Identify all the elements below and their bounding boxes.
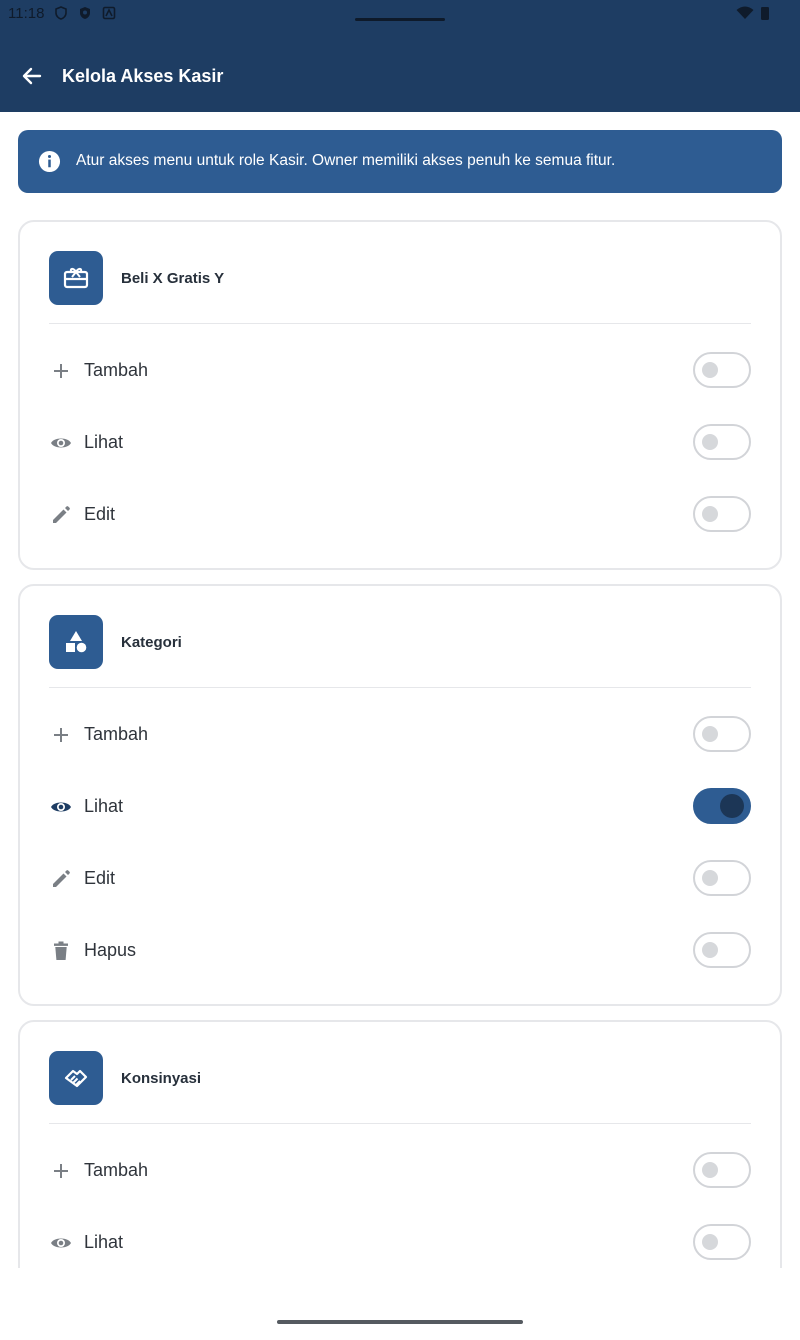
permission-toggle[interactable] bbox=[693, 496, 751, 532]
permission-row-edit: Edit bbox=[20, 478, 780, 550]
toggle-knob bbox=[702, 726, 718, 742]
battery-icon bbox=[761, 7, 769, 20]
card-icon-box bbox=[49, 1051, 103, 1105]
status-time: 11:18 bbox=[8, 5, 45, 22]
back-arrow-icon[interactable] bbox=[20, 64, 44, 88]
permission-toggle[interactable] bbox=[693, 860, 751, 896]
divider bbox=[49, 1123, 751, 1124]
permission-card-konsinyasi: Konsinyasi Tambah Lihat bbox=[18, 1020, 782, 1268]
handshake-icon bbox=[64, 1069, 88, 1088]
eye-icon bbox=[51, 1238, 71, 1248]
toggle-knob bbox=[702, 870, 718, 886]
toggle-knob bbox=[702, 1234, 718, 1250]
info-banner: Atur akses menu untuk role Kasir. Owner … bbox=[18, 130, 782, 193]
card-title: Beli X Gratis Y bbox=[121, 270, 225, 287]
permission-toggle[interactable] bbox=[693, 1224, 751, 1260]
toggle-knob bbox=[702, 434, 718, 450]
permission-row-lihat: Lihat bbox=[20, 406, 780, 478]
toggle-knob bbox=[702, 362, 718, 378]
plus-icon bbox=[54, 1164, 68, 1178]
pencil-icon bbox=[53, 870, 70, 887]
permission-label: Hapus bbox=[84, 940, 137, 960]
card-icon-box bbox=[49, 251, 103, 305]
permission-toggle[interactable] bbox=[693, 716, 751, 752]
permission-label: Tambah bbox=[84, 360, 149, 380]
pencil-icon bbox=[53, 506, 70, 523]
plus-icon bbox=[54, 364, 68, 378]
page-title: Kelola Akses Kasir bbox=[62, 66, 224, 86]
shapes-icon bbox=[66, 631, 87, 653]
plus-icon bbox=[54, 728, 68, 742]
permission-label: Edit bbox=[84, 504, 116, 524]
gesture-nav-bar[interactable] bbox=[277, 1320, 523, 1324]
permission-row-lihat: Lihat bbox=[20, 1206, 780, 1268]
info-icon bbox=[38, 150, 61, 173]
wifi-icon bbox=[736, 6, 754, 19]
toggle-knob bbox=[702, 1162, 718, 1178]
card-title: Kategori bbox=[121, 634, 182, 651]
toggle-knob bbox=[702, 942, 718, 958]
permission-toggle[interactable] bbox=[693, 352, 751, 388]
security-icon bbox=[80, 7, 90, 19]
divider bbox=[49, 687, 751, 688]
eye-icon bbox=[51, 802, 71, 812]
status-bar: 11:18 bbox=[0, 0, 800, 30]
shield-icon bbox=[55, 6, 67, 20]
permission-row-lihat: Lihat bbox=[20, 770, 780, 842]
divider bbox=[49, 323, 751, 324]
permission-toggle[interactable] bbox=[693, 788, 751, 824]
permission-row-edit: Edit bbox=[20, 842, 780, 914]
permission-toggle[interactable] bbox=[693, 424, 751, 460]
permission-row-tambah: Tambah bbox=[20, 1134, 780, 1206]
toggle-knob bbox=[702, 506, 718, 522]
permission-label: Tambah bbox=[84, 724, 149, 744]
permission-label: Lihat bbox=[84, 432, 124, 452]
permission-label: Lihat bbox=[84, 1232, 124, 1252]
permission-row-hapus: Hapus bbox=[20, 914, 780, 986]
camera-notch bbox=[355, 18, 445, 21]
permission-label: Tambah bbox=[84, 1160, 149, 1180]
permission-toggle[interactable] bbox=[693, 932, 751, 968]
content-scroll[interactable]: Atur akses menu untuk role Kasir. Owner … bbox=[0, 112, 800, 1268]
permission-card-kategori: Kategori Tambah Lihat Edit Hapus bbox=[18, 584, 782, 1006]
permission-card-beli-x-gratis-y: Beli X Gratis Y Tambah Lihat Edit bbox=[18, 220, 782, 570]
card-title: Konsinyasi bbox=[121, 1070, 202, 1087]
toggle-knob bbox=[720, 794, 744, 818]
eye-icon bbox=[51, 438, 71, 448]
notification-icon bbox=[102, 6, 116, 20]
app-bar: Kelola Akses Kasir bbox=[0, 30, 800, 112]
permission-row-tambah: Tambah bbox=[20, 698, 780, 770]
permission-row-tambah: Tambah bbox=[20, 334, 780, 406]
permission-toggle[interactable] bbox=[693, 1152, 751, 1188]
permission-label: Lihat bbox=[84, 796, 124, 816]
info-banner-text: Atur akses menu untuk role Kasir. Owner … bbox=[76, 152, 616, 169]
trash-icon bbox=[54, 941, 68, 960]
gift-card-icon bbox=[63, 267, 89, 289]
card-icon-box bbox=[49, 615, 103, 669]
permission-label: Edit bbox=[84, 868, 116, 888]
